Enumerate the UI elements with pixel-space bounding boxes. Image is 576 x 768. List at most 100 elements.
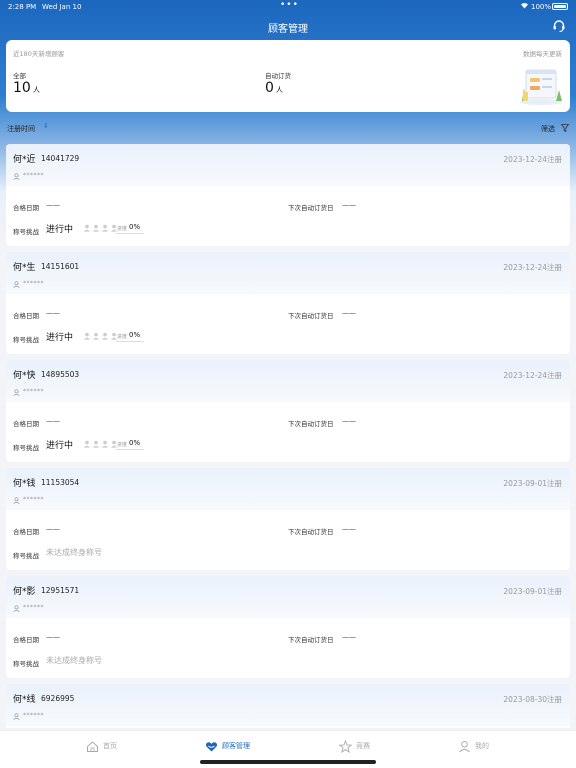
customer-name: 何*快 [13, 371, 36, 381]
next-auto-order-value: —— [342, 633, 356, 641]
qualify-date-label: 合格日期 [13, 312, 39, 320]
next-auto-order-value: —— [342, 525, 356, 533]
challenge-status: 进行中 [46, 225, 74, 235]
challenge-status: 未达成终身称号 [46, 548, 102, 557]
qualify-date-label: 合格日期 [13, 204, 39, 212]
customer-card[interactable]: 何*线 6926995 2023-08-30注册 ****** 合格日期 —— … [6, 684, 570, 728]
avatar-placeholder-icon [92, 224, 100, 232]
avatar-placeholder-icon [101, 224, 109, 232]
headset-icon[interactable] [552, 19, 566, 33]
next-auto-order-value: —— [342, 201, 356, 209]
title-challenge-label: 称号挑战 [13, 228, 39, 236]
tab-label: 竞赛 [356, 742, 370, 750]
progress-underline [116, 341, 144, 342]
title-challenge-label: 称号挑战 [13, 336, 39, 344]
sort-by-registration[interactable]: 注册时间 [7, 124, 35, 134]
challenge-status: 未达成终身称号 [46, 656, 102, 665]
avatar-placeholder-icon [101, 332, 109, 340]
multitask-dots[interactable]: ••• [280, 0, 299, 10]
qualify-date-value: —— [46, 525, 60, 533]
avatar-placeholder-icon [83, 332, 91, 340]
customer-card[interactable]: 何*近 14041729 2023-12-24注册 ****** 合格日期 ——… [6, 144, 570, 246]
tab-home[interactable]: 首页 [86, 738, 117, 754]
registration-date: 2023-12-24注册 [503, 371, 562, 380]
all-customers-label: 全部 [13, 72, 26, 80]
battery-percent: 100% [531, 3, 552, 11]
next-auto-order-value: —— [342, 417, 356, 425]
masked-id: ****** [23, 604, 44, 611]
filter-button[interactable]: 筛选 [541, 124, 555, 134]
registration-date: 2023-12-24注册 [503, 263, 562, 272]
next-auto-order-label: 下次自动订货日 [288, 420, 334, 428]
person-icon [13, 713, 20, 720]
qualify-date-value: —— [46, 417, 60, 425]
qualify-date-label: 合格日期 [13, 528, 39, 536]
tab-label: 顾客管理 [222, 742, 250, 750]
wifi-icon [520, 1, 529, 11]
avatar-placeholder-icon [92, 440, 100, 448]
tab-contest[interactable]: 竞赛 [339, 738, 370, 754]
customer-list[interactable]: 何*近 14041729 2023-12-24注册 ****** 合格日期 ——… [0, 144, 576, 728]
masked-id: ****** [23, 496, 44, 503]
next-auto-order-label: 下次自动订货日 [288, 204, 334, 212]
update-note: 数据每天更新 [523, 50, 562, 58]
customer-phone: 12951571 [41, 586, 80, 595]
customer-heart-icon [205, 741, 218, 751]
title-challenge-label: 称号挑战 [13, 660, 39, 668]
next-auto-order-value: —— [342, 309, 356, 317]
person-icon [13, 605, 20, 612]
avatar-placeholder-icon [83, 224, 91, 232]
progress-label: 进度 [117, 334, 128, 340]
progress-label: 进度 [117, 442, 128, 448]
customer-phone: 14041729 [41, 154, 80, 163]
challenge-status: 进行中 [46, 333, 74, 343]
qualify-date-label: 合格日期 [13, 636, 39, 644]
progress-value: 0% [129, 439, 141, 447]
person-icon [13, 281, 20, 288]
progress-underline [116, 233, 144, 234]
registration-date: 2023-09-01注册 [503, 479, 562, 488]
masked-id: ****** [23, 712, 44, 719]
customer-phone: 14151601 [41, 262, 80, 271]
all-customers-value[interactable]: 10 人 [13, 80, 40, 96]
customer-card[interactable]: 何*生 14151601 2023-12-24注册 ****** 合格日期 ——… [6, 252, 570, 354]
funnel-icon[interactable] [561, 124, 569, 132]
page-title: 顾客管理 [268, 24, 308, 35]
challenge-avatars [83, 224, 118, 232]
tab-customers[interactable]: 顾客管理 [205, 738, 250, 754]
customer-name: 何*近 [13, 155, 36, 165]
customer-name: 何*线 [13, 695, 36, 705]
challenge-avatars [83, 440, 118, 448]
masked-id: ****** [23, 388, 44, 395]
next-auto-order-label: 下次自动订货日 [288, 528, 334, 536]
avatar-placeholder-icon [92, 332, 100, 340]
tab-profile[interactable]: 我的 [458, 738, 489, 754]
tab-label: 我的 [475, 742, 489, 750]
progress-value: 0% [129, 223, 141, 231]
registration-date: 2023-12-24注册 [503, 155, 562, 164]
next-auto-order-label: 下次自动订货日 [288, 636, 334, 644]
customer-phone: 14895503 [41, 370, 80, 379]
customer-card[interactable]: 何*钱 11153054 2023-09-01注册 ****** 合格日期 ——… [6, 468, 570, 570]
qualify-date-label: 合格日期 [13, 420, 39, 428]
customer-card-header [6, 576, 570, 618]
person-icon [13, 389, 20, 396]
sort-down-icon[interactable]: ⬇ [43, 122, 49, 130]
customer-card-header [6, 684, 570, 726]
customer-card[interactable]: 何*影 12951571 2023-09-01注册 ****** 合格日期 ——… [6, 576, 570, 678]
profile-icon [459, 740, 470, 752]
customer-card[interactable]: 何*快 14895503 2023-12-24注册 ****** 合格日期 ——… [6, 360, 570, 462]
avatar-placeholder-icon [101, 440, 109, 448]
tab-label: 首页 [103, 742, 117, 750]
masked-id: ****** [23, 280, 44, 287]
customer-phone: 11153054 [41, 478, 80, 487]
customer-name: 何*生 [13, 263, 36, 273]
auto-order-label: 自动订货 [265, 72, 291, 80]
person-icon [13, 173, 20, 180]
home-icon [87, 740, 98, 752]
navigation-bar: 顾客管理 [0, 14, 576, 38]
person-icon [13, 497, 20, 504]
auto-order-value[interactable]: 0人 [265, 80, 283, 96]
customer-phone: 6926995 [41, 694, 75, 703]
home-indicator [200, 760, 376, 764]
